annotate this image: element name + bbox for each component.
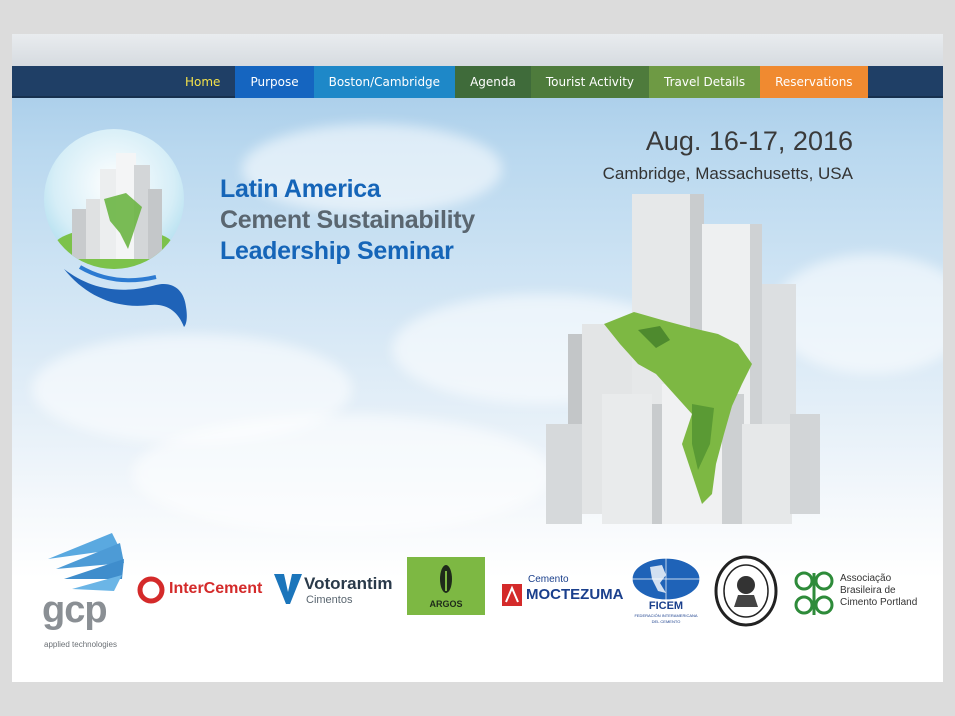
globe-icon bbox=[631, 557, 701, 601]
intercement-name: InterCement bbox=[169, 580, 263, 597]
nav-boston-cambridge[interactable]: Boston/Cambridge bbox=[313, 66, 456, 98]
sponsor-moctezuma[interactable]: Cemento MOCTEZUMA bbox=[502, 574, 624, 610]
abcp-mark-icon bbox=[794, 571, 834, 615]
sponsor-ficem[interactable]: FICEM FEDERACIÓN INTERAMERICANA DEL CEME… bbox=[630, 557, 702, 627]
gcp-tagline: applied technologies bbox=[44, 640, 117, 649]
skyline-illustration bbox=[546, 194, 820, 524]
abcp-line-2: Brasileira de bbox=[840, 585, 896, 596]
sponsor-abcp[interactable]: Associação Brasileira de Cimento Portlan… bbox=[792, 569, 932, 619]
argos-name: ARGOS bbox=[429, 599, 463, 609]
abcp-line-3: Cimento Portland bbox=[840, 597, 918, 608]
title-line-1: Latin America bbox=[220, 175, 381, 203]
votorantim-v-icon bbox=[274, 574, 302, 604]
ficem-sub-1: FEDERACIÓN INTERAMERICANA bbox=[634, 613, 698, 618]
title-line-2: Cement Sustainability bbox=[220, 206, 475, 234]
votorantim-name: Votorantim bbox=[304, 574, 393, 593]
argos-leaf-icon bbox=[440, 565, 452, 593]
event-date: Aug. 16-17, 2016 bbox=[645, 126, 853, 156]
moctezuma-name: MOCTEZUMA bbox=[526, 586, 624, 603]
sponsor-argos[interactable]: ARGOS bbox=[407, 557, 485, 615]
sponsor-logos: gcp applied technologies InterCement Vot… bbox=[12, 529, 943, 669]
main-nav: Home Purpose Boston/Cambridge Agenda Tou… bbox=[12, 66, 943, 98]
nav-travel-details[interactable]: Travel Details bbox=[649, 66, 761, 98]
logo-buildings-icon bbox=[52, 153, 176, 269]
cloud bbox=[132, 414, 552, 534]
ficem-sub-2: DEL CEMENTO bbox=[651, 619, 681, 624]
nav-tourist-activity[interactable]: Tourist Activity bbox=[530, 66, 650, 98]
gcp-name: gcp bbox=[42, 589, 108, 631]
sponsor-gcp[interactable]: gcp applied technologies bbox=[42, 529, 132, 654]
seminar-logo bbox=[44, 129, 184, 269]
nav-home[interactable]: Home bbox=[170, 66, 235, 98]
moctezuma-top: Cemento bbox=[528, 574, 569, 585]
intercement-ring-icon bbox=[137, 576, 165, 604]
seal-icon bbox=[714, 555, 778, 627]
nav-purpose[interactable]: Purpose bbox=[235, 66, 314, 98]
page: Home Purpose Boston/Cambridge Agenda Tou… bbox=[12, 34, 943, 682]
title-line-3: Leadership Seminar bbox=[220, 237, 454, 265]
hand-icon bbox=[64, 265, 187, 327]
votorantim-sub: Cimentos bbox=[306, 594, 353, 606]
moctezuma-mark-icon bbox=[502, 584, 522, 606]
top-band bbox=[12, 34, 943, 66]
nav-reservations[interactable]: Reservations bbox=[760, 66, 868, 98]
sponsor-votorantim[interactable]: Votorantim Cimentos bbox=[274, 572, 404, 612]
event-location: Cambridge, Massachusetts, USA bbox=[602, 164, 853, 183]
abcp-line-1: Associação bbox=[840, 573, 892, 584]
seminar-title: Latin America Cement Sustainability Lead… bbox=[220, 174, 475, 267]
sponsor-seal[interactable] bbox=[714, 555, 778, 627]
sponsor-intercement[interactable]: InterCement bbox=[137, 574, 267, 608]
nav-agenda[interactable]: Agenda bbox=[455, 66, 531, 98]
ficem-name: FICEM bbox=[648, 600, 684, 612]
